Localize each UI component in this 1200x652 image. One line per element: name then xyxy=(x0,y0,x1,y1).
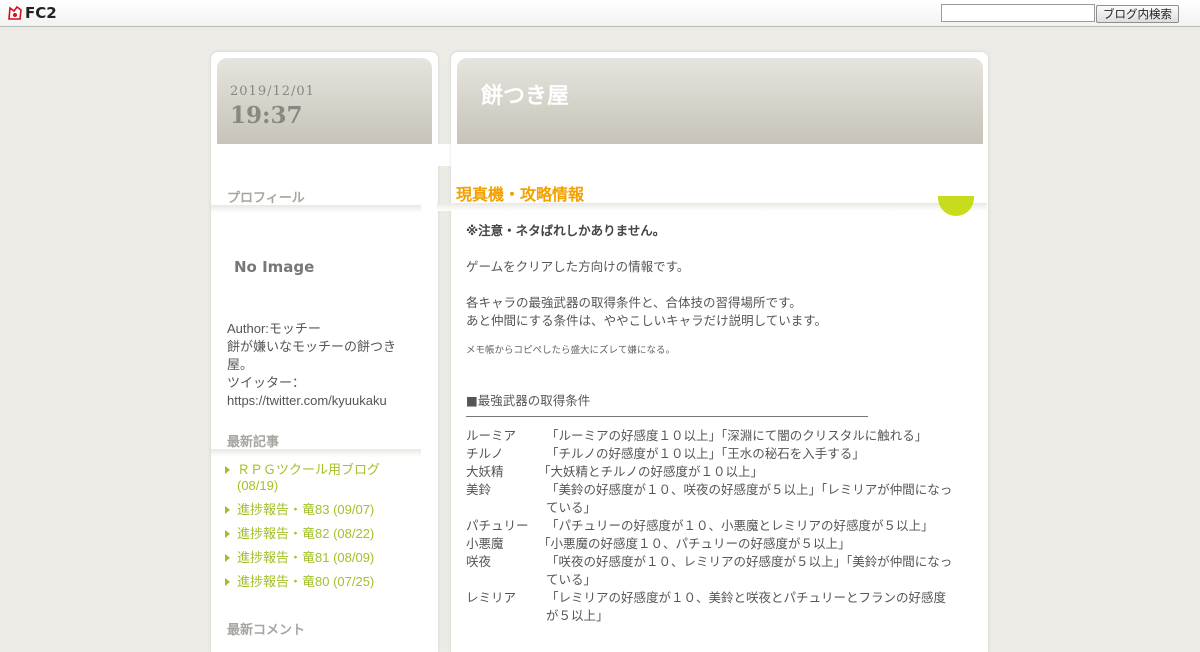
recent-post-link[interactable]: 進捗報告・竜82 (08/22) xyxy=(225,526,415,542)
character-condition: 「咲夜の好感度が１０、レミリアの好感度が５以上」「美鈴が仲間になっている」 xyxy=(546,554,953,587)
current-date: 2019/12/01 xyxy=(230,84,315,99)
arrow-right-icon xyxy=(225,466,230,474)
character-row: チルノ 「チルノの好感度が１０以上」「王水の秘石を入手する」 xyxy=(466,445,956,463)
fc2-fox-icon xyxy=(8,5,22,20)
character-condition: 「レミリアの好感度が１０、美鈴と咲夜とパチュリーとフランの好感度が５以上」 xyxy=(546,590,947,623)
recent-posts-list: ＲＰＧツクール用ブログ (08/19) 進捗報告・竜83 (09/07) 進捗報… xyxy=(225,462,415,598)
entry-desc-1: 各キャラの最強武器の取得条件と、合体技の習得場所です。 xyxy=(466,295,802,310)
character-condition: 「大妖精とチルノの好感度が１０以上」 xyxy=(538,464,764,479)
column-notch xyxy=(422,144,452,166)
entry-intro: ゲームをクリアした方向けの情報です。 xyxy=(466,259,690,274)
sidebar: 2019/12/01 19:37 プロフィール No Image Author:… xyxy=(211,52,438,652)
character-name: レミリア xyxy=(466,590,517,605)
fc2-toolbar: FC2 ブログ内検索 xyxy=(0,0,1200,27)
blog-title[interactable]: 餅つき屋 xyxy=(481,78,569,110)
entry-warning: ※注意・ネタばれしかありません。 xyxy=(466,223,666,238)
character-row: パチュリー 「パチュリーの好感度が１０、小悪魔とレミリアの好感度が５以上」 xyxy=(466,517,956,535)
profile-text: Author:モッチー 餅が嫌いなモッチーの餅つき屋。 ツイッター： https… xyxy=(227,320,405,410)
profile-heading: プロフィール xyxy=(227,191,305,206)
profile-author: Author:モッチー xyxy=(227,321,321,336)
entry-note: メモ帳からコピペしたら盛大にズレて嫌になる。 xyxy=(466,345,676,356)
character-row: 咲夜 「咲夜の好感度が１０、レミリアの好感度が５以上」「美鈴が仲間になっている」 xyxy=(466,553,956,589)
recent-post-link[interactable]: 進捗報告・竜81 (08/09) xyxy=(225,550,415,566)
character-condition: 「美鈴の好感度が１０、咲夜の好感度が５以上」「レミリアが仲間になっている」 xyxy=(546,482,953,515)
character-condition: 「小悪魔の好感度１０、パチュリーの好感度が５以上」 xyxy=(538,536,851,551)
profile-twitter-label: ツイッター： xyxy=(227,375,306,390)
character-condition: 「ルーミアの好感度１０以上」「深淵にて闇のクリスタルに触れる」 xyxy=(546,428,928,443)
entry-title[interactable]: 現真機・攻略情報 xyxy=(456,181,584,205)
profile-description: 餅が嫌いなモッチーの餅つき屋。 xyxy=(227,339,397,372)
character-row: レミリア 「レミリアの好感度が１０、美鈴と咲夜とパチュリーとフランの好感度が５以上… xyxy=(466,589,956,625)
entry-body: ※注意・ネタばれしかありません。 ゲームをクリアした方向けの情報です。 各キャラ… xyxy=(466,222,956,625)
blog-header: 餅つき屋 xyxy=(457,58,983,144)
character-name: パチュリー xyxy=(466,518,529,533)
recent-post-link[interactable]: 進捗報告・竜80 (07/25) xyxy=(225,574,415,590)
blog-search-button[interactable]: ブログ内検索 xyxy=(1096,5,1179,23)
character-name: 大妖精 xyxy=(466,464,504,479)
entry-title-rule xyxy=(437,203,987,211)
character-row: ルーミア 「ルーミアの好感度１０以上」「深淵にて闇のクリスタルに触れる」 xyxy=(466,427,956,445)
profile-heading-rule xyxy=(211,205,421,213)
character-name: チルノ xyxy=(466,446,504,461)
character-condition: 「チルノの好感度が１０以上」「王水の秘石を入手する」 xyxy=(546,446,865,461)
entry-desc-2: あと仲間にする条件は、ややこしいキャラだけ説明しています。 xyxy=(466,313,828,328)
character-row: 美鈴 「美鈴の好感度が１０、咲夜の好感度が５以上」「レミリアが仲間になっている」 xyxy=(466,481,956,517)
section-divider xyxy=(466,416,868,417)
character-name: 美鈴 xyxy=(466,482,492,497)
arrow-right-icon xyxy=(225,506,230,514)
recent-post-link[interactable]: ＲＰＧツクール用ブログ (08/19) xyxy=(225,462,415,494)
character-name: ルーミア xyxy=(466,428,517,443)
fc2-logo[interactable]: FC2 xyxy=(7,4,57,22)
recent-comments-heading: 最新コメント xyxy=(227,623,306,638)
arrow-right-icon xyxy=(225,530,230,538)
character-row: 大妖精 「大妖精とチルノの好感度が１０以上」 xyxy=(466,463,956,481)
recent-posts-rule xyxy=(211,449,421,457)
blog-search-input[interactable] xyxy=(941,4,1095,22)
character-name: 小悪魔 xyxy=(466,536,504,551)
character-name: 咲夜 xyxy=(466,554,492,569)
recent-post-link[interactable]: 進捗報告・竜83 (09/07) xyxy=(225,502,415,518)
character-row: 小悪魔 「小悪魔の好感度１０、パチュリーの好感度が５以上」 xyxy=(466,535,956,553)
arrow-right-icon xyxy=(225,554,230,562)
fc2-logo-text: FC2 xyxy=(25,4,57,22)
current-time: 19:37 xyxy=(230,102,303,129)
arrow-right-icon xyxy=(225,578,230,586)
profile-twitter-url[interactable]: https://twitter.com/kyuukaku xyxy=(227,392,405,410)
section-heading: ■最強武器の取得条件 xyxy=(466,393,591,408)
profile-no-image: No Image xyxy=(234,258,315,276)
recent-posts-heading: 最新記事 xyxy=(227,435,280,450)
date-box: 2019/12/01 19:37 xyxy=(217,58,432,144)
character-condition: 「パチュリーの好感度が１０、小悪魔とレミリアの好感度が５以上」 xyxy=(546,518,934,533)
